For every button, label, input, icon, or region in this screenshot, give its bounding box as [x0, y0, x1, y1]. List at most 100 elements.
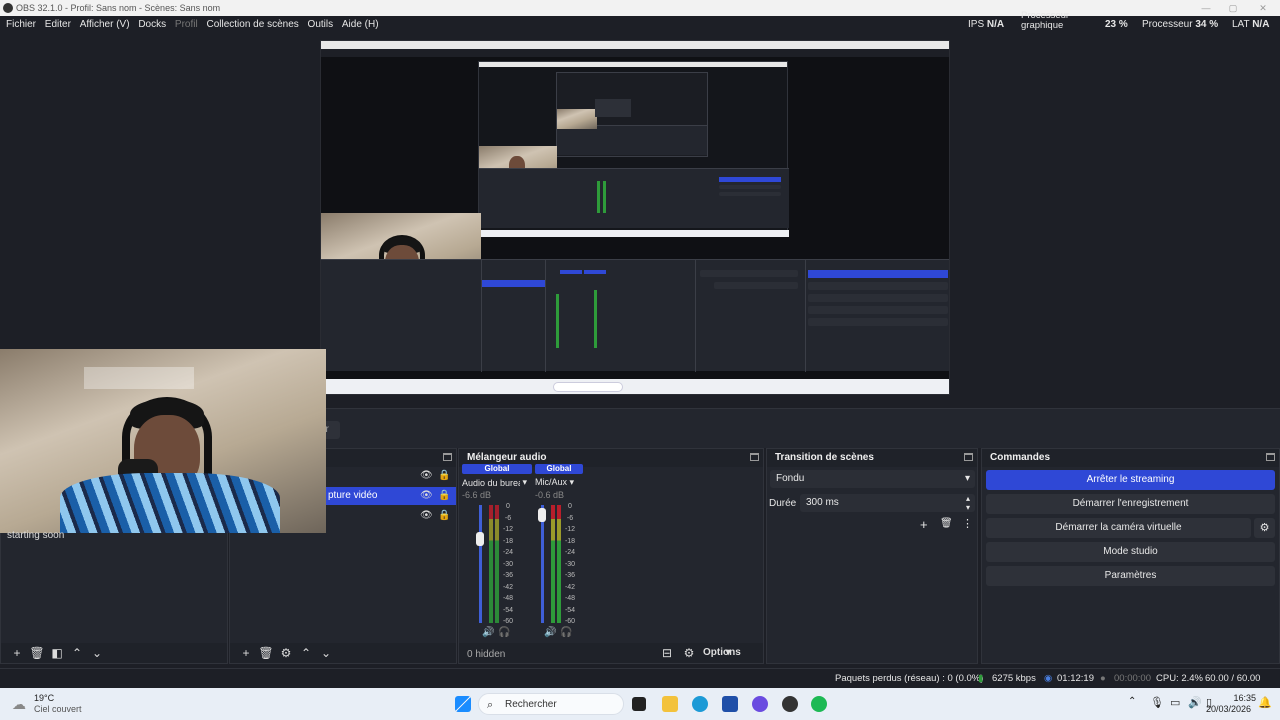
nested-menubar	[321, 49, 949, 57]
spotify-icon[interactable]	[811, 696, 827, 712]
scene-filter-icon[interactable]: ◧	[47, 643, 67, 663]
speaker-icon[interactable]: 🔊	[544, 627, 556, 638]
channel-name[interactable]: Audio du bureau ▾	[462, 477, 532, 488]
program-preview[interactable]	[320, 40, 950, 395]
source-up-icon[interactable]: ⌃	[296, 643, 316, 663]
meter-tick: -30	[502, 560, 514, 568]
obs-taskbar-icon[interactable]	[782, 696, 798, 712]
eye-icon[interactable]: 👁	[420, 467, 433, 485]
source-row-3[interactable]: 👁 🔒	[326, 507, 456, 525]
spin-arrows-icon[interactable]: ▴ ▾	[966, 494, 970, 512]
dock-float-icon[interactable]	[964, 453, 973, 461]
nested-level1-docks	[321, 259, 949, 372]
nested-preview-inner	[556, 72, 708, 157]
headphones-icon[interactable]: 🎧	[560, 627, 572, 638]
stop-streaming-button[interactable]: Arrêter le streaming	[986, 470, 1275, 490]
webcam-caption: starting soon	[7, 530, 65, 541]
network-icon[interactable]: ▭	[1170, 696, 1180, 709]
minimize-button[interactable]: —	[1195, 0, 1217, 16]
headphones-icon[interactable]: 🎧	[498, 627, 510, 638]
maximize-button[interactable]: ▢	[1222, 0, 1244, 16]
eye-icon[interactable]: 👁	[420, 487, 433, 505]
volume-knob-desktop[interactable]	[476, 532, 484, 546]
speaker-icon[interactable]: 🔊	[482, 627, 494, 638]
remove-scene-icon[interactable]: 🗑	[27, 643, 47, 663]
dock-float-icon[interactable]	[1266, 453, 1275, 461]
bitrate: 6275 kbps	[992, 673, 1036, 684]
close-button[interactable]: ✕	[1252, 0, 1274, 16]
source-row-2[interactable]: pture vidéo 👁 🔒	[326, 487, 456, 505]
eye-icon[interactable]: 👁	[420, 507, 433, 525]
add-scene-icon[interactable]: +	[7, 643, 27, 663]
windows-start-icon[interactable]	[455, 696, 471, 712]
move-down-icon[interactable]: ⌄	[87, 643, 107, 663]
settings-button[interactable]: Paramètres	[986, 566, 1275, 586]
weather-desc[interactable]: Ciel couvert	[34, 704, 82, 714]
chat-app-icon[interactable]	[752, 696, 768, 712]
transition-select[interactable]: Fondu ▾	[770, 470, 975, 488]
source-row-1[interactable]: 👁 🔒	[326, 467, 456, 485]
channel-name[interactable]: Mic/Aux ▾	[535, 477, 583, 488]
options-button[interactable]: Options ▾	[703, 643, 741, 663]
nested-cmd-1	[719, 185, 781, 189]
virtual-camera-settings-icon[interactable]: ⚙	[1254, 518, 1275, 538]
mixer-advanced-icon[interactable]: ⚙	[679, 643, 699, 663]
source-down-icon[interactable]: ⌄	[316, 643, 336, 663]
channel-db: -0.6 dB	[535, 490, 565, 500]
lock-icon[interactable]: 🔒	[438, 487, 450, 505]
studio-mode-button[interactable]: Mode studio	[986, 542, 1275, 562]
menu-docks[interactable]: Docks	[138, 16, 166, 34]
volume-icon[interactable]: 🔊	[1188, 696, 1202, 709]
menu-afficher[interactable]: Afficher (V)	[80, 16, 130, 34]
stat-fps-value: N/A	[986, 19, 1005, 30]
stat-lat: LAT N/A	[1232, 16, 1269, 34]
microphone-icon[interactable]: 🎙	[1150, 696, 1164, 709]
menu-collection-scenes[interactable]: Collection de scènes	[206, 16, 298, 34]
dock-float-icon[interactable]	[443, 453, 452, 461]
menu-outils[interactable]: Outils	[308, 16, 334, 34]
menu-profil[interactable]: Profil	[175, 16, 198, 34]
clock-date[interactable]: 20/03/2026	[1206, 704, 1251, 714]
remove-transition-icon[interactable]: 🗑	[940, 518, 953, 529]
duration-spinbox[interactable]: 300 ms ▴ ▾	[800, 494, 975, 512]
stat-gpu-value: 23 %	[1105, 16, 1128, 34]
mixer-channel-mic: Global Mic/Aux ▾ -0.6 dB	[535, 464, 583, 500]
volume-knob-mic[interactable]	[538, 508, 546, 522]
hidden-count: 0 hidden	[467, 649, 506, 660]
global-badge[interactable]: Global	[462, 464, 532, 474]
start-virtual-camera-button[interactable]: Démarrer la caméra virtuelle	[986, 518, 1251, 538]
move-up-icon[interactable]: ⌃	[67, 643, 87, 663]
menu-fichier[interactable]: Fichier	[6, 16, 36, 34]
global-badge[interactable]: Global	[535, 464, 583, 474]
taskbar-search[interactable]: ⌕ Rechercher	[478, 693, 624, 715]
start-recording-button[interactable]: Démarrer l'enregistrement	[986, 494, 1275, 514]
transition-menu-icon[interactable]: ⋮	[962, 517, 973, 530]
file-explorer-icon[interactable]	[662, 696, 678, 712]
add-transition-icon[interactable]: +	[920, 517, 928, 532]
dock-float-icon[interactable]	[750, 453, 759, 461]
lock-icon[interactable]: 🔒	[438, 507, 450, 525]
volume-slider-mic[interactable]	[541, 505, 544, 623]
clock-time[interactable]: 16:35	[1230, 693, 1256, 703]
stat-cpu-value: 34 %	[1195, 19, 1219, 30]
weather-temp[interactable]: 19°C	[34, 693, 54, 703]
menu-aide[interactable]: Aide (H)	[342, 16, 379, 34]
edge-icon[interactable]	[692, 696, 708, 712]
stream-icon: ◉	[1044, 673, 1053, 684]
chevron-up-icon[interactable]: ⌃	[1128, 696, 1136, 707]
volume-slider-desktop[interactable]	[479, 505, 482, 623]
mixer-layout-icon[interactable]: ⊟	[657, 643, 677, 663]
lock-icon[interactable]: 🔒	[438, 467, 450, 485]
task-view-icon[interactable]	[632, 697, 646, 711]
source-properties-icon[interactable]: ⚙	[276, 643, 296, 663]
meter-tick: -60	[564, 618, 576, 625]
meter-tick: -12	[564, 526, 576, 533]
add-source-icon[interactable]: +	[236, 643, 256, 663]
notification-icon[interactable]: 🔔	[1258, 696, 1272, 709]
meter-tick: -36	[502, 572, 514, 579]
store-icon[interactable]	[722, 696, 738, 712]
remove-source-icon[interactable]: 🗑	[256, 643, 276, 663]
nested-selected-source	[482, 280, 546, 287]
menu-editer[interactable]: Editer	[45, 16, 71, 34]
scenes-toolbar: + 🗑 ◧ ⌃ ⌄	[1, 643, 227, 663]
